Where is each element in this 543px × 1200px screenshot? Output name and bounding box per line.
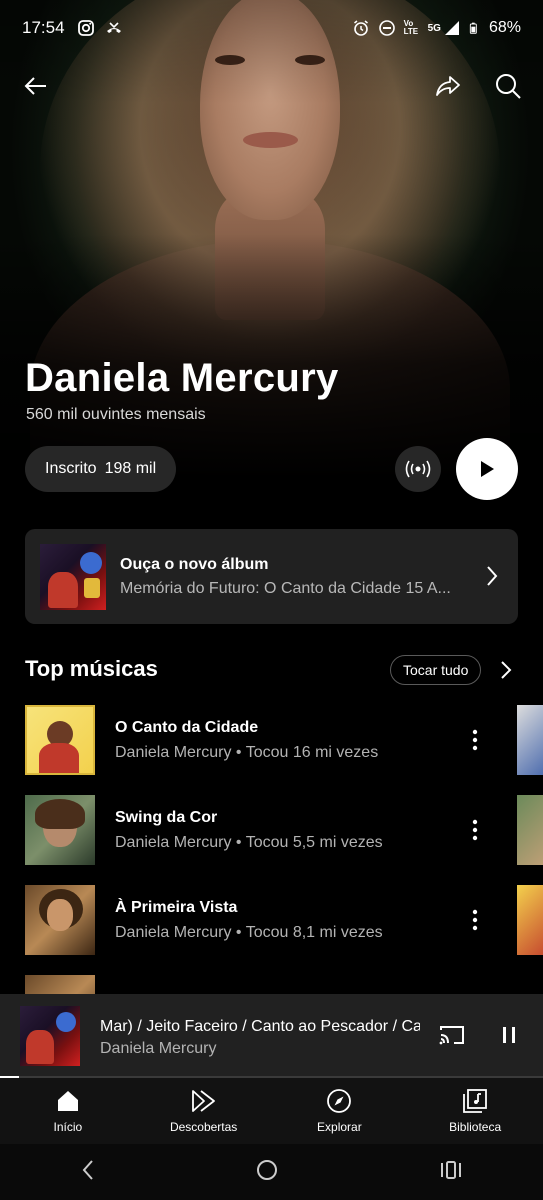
nav-label: Descobertas bbox=[169, 1120, 238, 1134]
battery-percent: 68% bbox=[488, 19, 521, 36]
chevron-right-icon bbox=[501, 661, 512, 679]
cast-button[interactable] bbox=[438, 1024, 466, 1051]
arrow-left-icon bbox=[24, 77, 46, 95]
circle-home-icon bbox=[257, 1159, 278, 1180]
pause-icon bbox=[503, 1027, 515, 1043]
next-column-cover bbox=[517, 795, 543, 865]
new-album-title: Memória do Futuro: O Canto da Cidade 15 … bbox=[120, 580, 451, 597]
nav-item-home[interactable]: Início bbox=[0, 1078, 136, 1144]
song-row[interactable] bbox=[0, 975, 543, 995]
instagram-icon bbox=[77, 20, 94, 36]
subscribe-label: Inscrito bbox=[45, 460, 97, 477]
play-all-button[interactable]: Tocar tudo bbox=[390, 655, 482, 685]
system-back-button[interactable] bbox=[80, 1158, 96, 1187]
now-playing-title: Mar) / Jeito Faceiro / Canto ao Pescador… bbox=[100, 1018, 420, 1035]
library-icon bbox=[463, 1089, 488, 1113]
song-meta: Daniela Mercury • Tocou 8,1 mi vezes bbox=[115, 924, 383, 941]
chevron-left-icon bbox=[82, 1159, 93, 1180]
compass-icon bbox=[327, 1089, 352, 1113]
bottom-navigation: Início Descobertas Explorar Biblioteca bbox=[0, 1078, 543, 1144]
song-cover bbox=[25, 885, 95, 955]
radio-button[interactable] bbox=[395, 446, 441, 492]
signal-icon bbox=[444, 21, 459, 35]
song-title: O Canto da Cidade bbox=[115, 719, 259, 736]
new-album-heading: Ouça o novo álbum bbox=[120, 556, 269, 573]
pause-button[interactable] bbox=[500, 1024, 518, 1051]
song-cover bbox=[25, 705, 95, 775]
artist-name: Daniela Mercury bbox=[25, 356, 339, 400]
play-button[interactable] bbox=[456, 438, 518, 500]
search-button[interactable] bbox=[490, 68, 526, 104]
next-column-cover bbox=[517, 705, 543, 775]
nav-label: Início bbox=[53, 1120, 83, 1134]
song-cover bbox=[25, 975, 95, 995]
system-navigation-bar bbox=[0, 1144, 543, 1200]
song-row[interactable]: À Primeira Vista Daniela Mercury • Tocou… bbox=[0, 885, 543, 965]
home-icon bbox=[57, 1091, 78, 1111]
status-time: 17:54 bbox=[22, 18, 65, 37]
song-more-button[interactable] bbox=[462, 815, 488, 845]
radio-broadcast-icon bbox=[405, 460, 431, 478]
song-meta: Daniela Mercury • Tocou 5,5 mi vezes bbox=[115, 834, 383, 851]
album-cover bbox=[40, 544, 106, 610]
song-title: Swing da Cor bbox=[115, 809, 218, 826]
song-more-button[interactable] bbox=[462, 725, 488, 755]
more-vert-icon bbox=[472, 909, 478, 931]
mini-player[interactable]: Mar) / Jeito Faceiro / Canto ao Pescador… bbox=[0, 994, 543, 1078]
missed-call-icon bbox=[106, 22, 121, 33]
share-icon bbox=[436, 76, 460, 96]
play-icon bbox=[481, 461, 494, 477]
nav-item-library[interactable]: Biblioteca bbox=[407, 1078, 543, 1144]
alarm-icon bbox=[353, 20, 368, 36]
new-album-card[interactable]: Ouça o novo álbum Memória do Futuro: O C… bbox=[25, 529, 518, 624]
song-cover bbox=[25, 795, 95, 865]
nav-label: Biblioteca bbox=[449, 1120, 502, 1134]
search-icon bbox=[496, 74, 521, 99]
back-button[interactable] bbox=[18, 68, 54, 104]
now-playing-cover bbox=[20, 1006, 80, 1066]
share-button[interactable] bbox=[430, 68, 466, 104]
recents-icon bbox=[441, 1160, 462, 1179]
status-bar: 17:54 Vo LTE 5G 68% bbox=[0, 0, 543, 56]
subscriber-count: 198 mil bbox=[104, 460, 157, 477]
nav-label: Explorar bbox=[317, 1120, 362, 1134]
song-title: À Primeira Vista bbox=[115, 899, 238, 916]
explore-play-icon bbox=[191, 1090, 215, 1112]
subscribe-button[interactable]: Inscrito 198 mil bbox=[25, 446, 177, 492]
volte-label: Vo LTE bbox=[403, 19, 419, 36]
song-meta: Daniela Mercury • Tocou 16 mi vezes bbox=[115, 744, 379, 761]
next-column-cover bbox=[517, 885, 543, 955]
top-songs-heading: Top músicas bbox=[25, 656, 158, 681]
nav-item-explore[interactable]: Explorar bbox=[272, 1078, 408, 1144]
battery-icon bbox=[469, 22, 477, 34]
chevron-right-icon bbox=[487, 566, 498, 586]
song-row[interactable]: Swing da Cor Daniela Mercury • Tocou 5,5… bbox=[0, 795, 543, 875]
top-songs-more-button[interactable] bbox=[500, 660, 512, 685]
monthly-listeners: 560 mil ouvintes mensais bbox=[26, 406, 206, 423]
song-more-button[interactable] bbox=[462, 905, 488, 935]
more-vert-icon bbox=[472, 729, 478, 751]
do-not-disturb-icon bbox=[378, 20, 395, 36]
network-label: 5G bbox=[427, 22, 441, 34]
now-playing-artist: Daniela Mercury bbox=[100, 1040, 217, 1057]
nav-item-discover[interactable]: Descobertas bbox=[136, 1078, 272, 1144]
system-recents-button[interactable] bbox=[439, 1159, 463, 1186]
system-home-button[interactable] bbox=[255, 1158, 279, 1187]
cast-icon bbox=[439, 1026, 464, 1045]
more-vert-icon bbox=[472, 819, 478, 841]
song-row[interactable]: O Canto da Cidade Daniela Mercury • Toco… bbox=[0, 705, 543, 785]
